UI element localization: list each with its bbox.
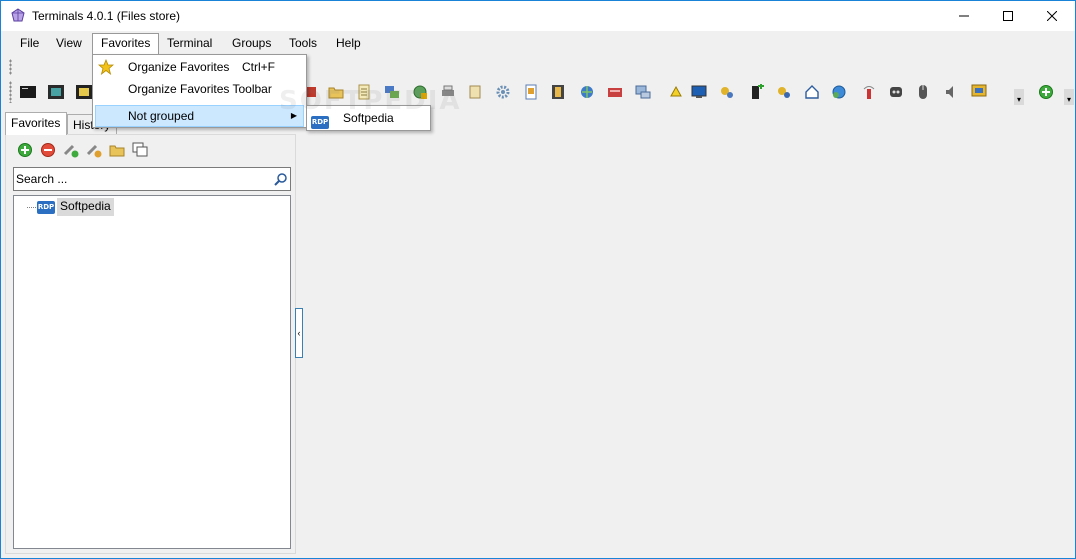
toolbar-grip[interactable]	[9, 81, 12, 103]
app-window: Terminals 4.0.1 (Files store) File View …	[0, 0, 1076, 559]
wireless-icon[interactable]	[861, 84, 877, 100]
capture-icon[interactable]	[76, 84, 92, 100]
menu-groups[interactable]: Groups	[224, 33, 279, 54]
menu-help[interactable]: Help	[328, 33, 369, 54]
menu-file[interactable]: File	[12, 33, 47, 54]
close-icon	[1047, 11, 1057, 21]
mouse-icon[interactable]	[915, 84, 931, 100]
menu-item-organize-favorites-toolbar[interactable]: Organize Favorites Toolbar	[95, 78, 304, 100]
favorites-search-box	[13, 167, 291, 191]
minimize-button[interactable]	[941, 1, 987, 31]
menu-bar: File View Favorites Terminal Groups Tool…	[1, 33, 1075, 54]
gears-icon[interactable]	[776, 84, 792, 100]
key-gears-icon[interactable]	[719, 84, 735, 100]
globe-icon[interactable]	[831, 84, 847, 100]
settings-gear-icon[interactable]	[495, 84, 511, 100]
toolbar-overflow-button[interactable]: ▾	[1014, 89, 1024, 105]
toolbar-grip[interactable]	[9, 59, 12, 75]
add-favorite-icon[interactable]	[17, 142, 33, 158]
warning-icon[interactable]	[668, 84, 684, 100]
menu-favorites[interactable]: Favorites	[92, 33, 160, 54]
toolbar-overflow-button-2[interactable]: ▾	[1064, 89, 1074, 105]
windows-icon[interactable]	[132, 142, 148, 158]
tree-item-label: Softpedia	[57, 198, 114, 216]
rdp-icon: RDP	[37, 200, 55, 214]
favorites-tree: RDP Softpedia	[13, 195, 291, 549]
close-button[interactable]	[1029, 1, 1075, 31]
home-icon[interactable]	[804, 84, 820, 100]
search-input[interactable]	[16, 170, 268, 188]
gamepad-icon[interactable]	[888, 84, 904, 100]
maximize-button[interactable]	[985, 1, 1031, 31]
add-icon[interactable]	[1038, 84, 1054, 100]
shortcut-text: Ctrl+F	[242, 60, 275, 74]
title-bar[interactable]: Terminals 4.0.1 (Files store)	[1, 1, 1075, 31]
menu-item-not-grouped[interactable]: Not grouped ▶	[95, 105, 304, 127]
phone-add-icon[interactable]	[748, 84, 764, 100]
disconnect-icon[interactable]	[86, 142, 102, 158]
computer-icon[interactable]	[635, 84, 651, 100]
favorites-dropdown-menu: Organize Favorites Ctrl+F Organize Favor…	[92, 54, 307, 128]
tree-item-softpedia[interactable]: RDP Softpedia	[37, 198, 114, 216]
search-icon[interactable]	[273, 172, 289, 188]
tab-favorites[interactable]: Favorites	[5, 112, 67, 135]
menu-tools[interactable]: Tools	[281, 33, 325, 54]
collapse-panel-button[interactable]: ‹	[295, 308, 303, 358]
minimize-icon	[959, 15, 969, 17]
menu-terminal[interactable]: Terminal	[159, 33, 220, 54]
monitor-icon[interactable]	[691, 84, 707, 100]
menu-view[interactable]: View	[48, 33, 90, 54]
connect-icon[interactable]	[63, 142, 79, 158]
globe-network-icon[interactable]	[579, 84, 595, 100]
menu-item-organize-favorites[interactable]: Organize Favorites Ctrl+F	[95, 56, 304, 78]
document-icon[interactable]	[523, 84, 539, 100]
remote-desktop-icon[interactable]	[971, 84, 987, 100]
terminals-app-icon	[10, 8, 26, 24]
star-icon	[97, 58, 115, 76]
console-icon[interactable]	[20, 84, 36, 100]
speaker-icon[interactable]	[943, 84, 959, 100]
folder-star-icon[interactable]	[109, 142, 125, 158]
remove-favorite-icon[interactable]	[40, 142, 56, 158]
window-title: Terminals 4.0.1 (Files store)	[32, 9, 181, 23]
watermark: SOFTPEDIA	[279, 86, 462, 116]
film-icon[interactable]	[48, 84, 64, 100]
filmstrip-icon[interactable]	[550, 84, 566, 100]
red-server-icon[interactable]	[607, 84, 623, 100]
maximize-icon	[1003, 11, 1013, 21]
chevron-left-icon: ‹	[297, 328, 301, 338]
scroll-icon[interactable]	[467, 84, 483, 100]
